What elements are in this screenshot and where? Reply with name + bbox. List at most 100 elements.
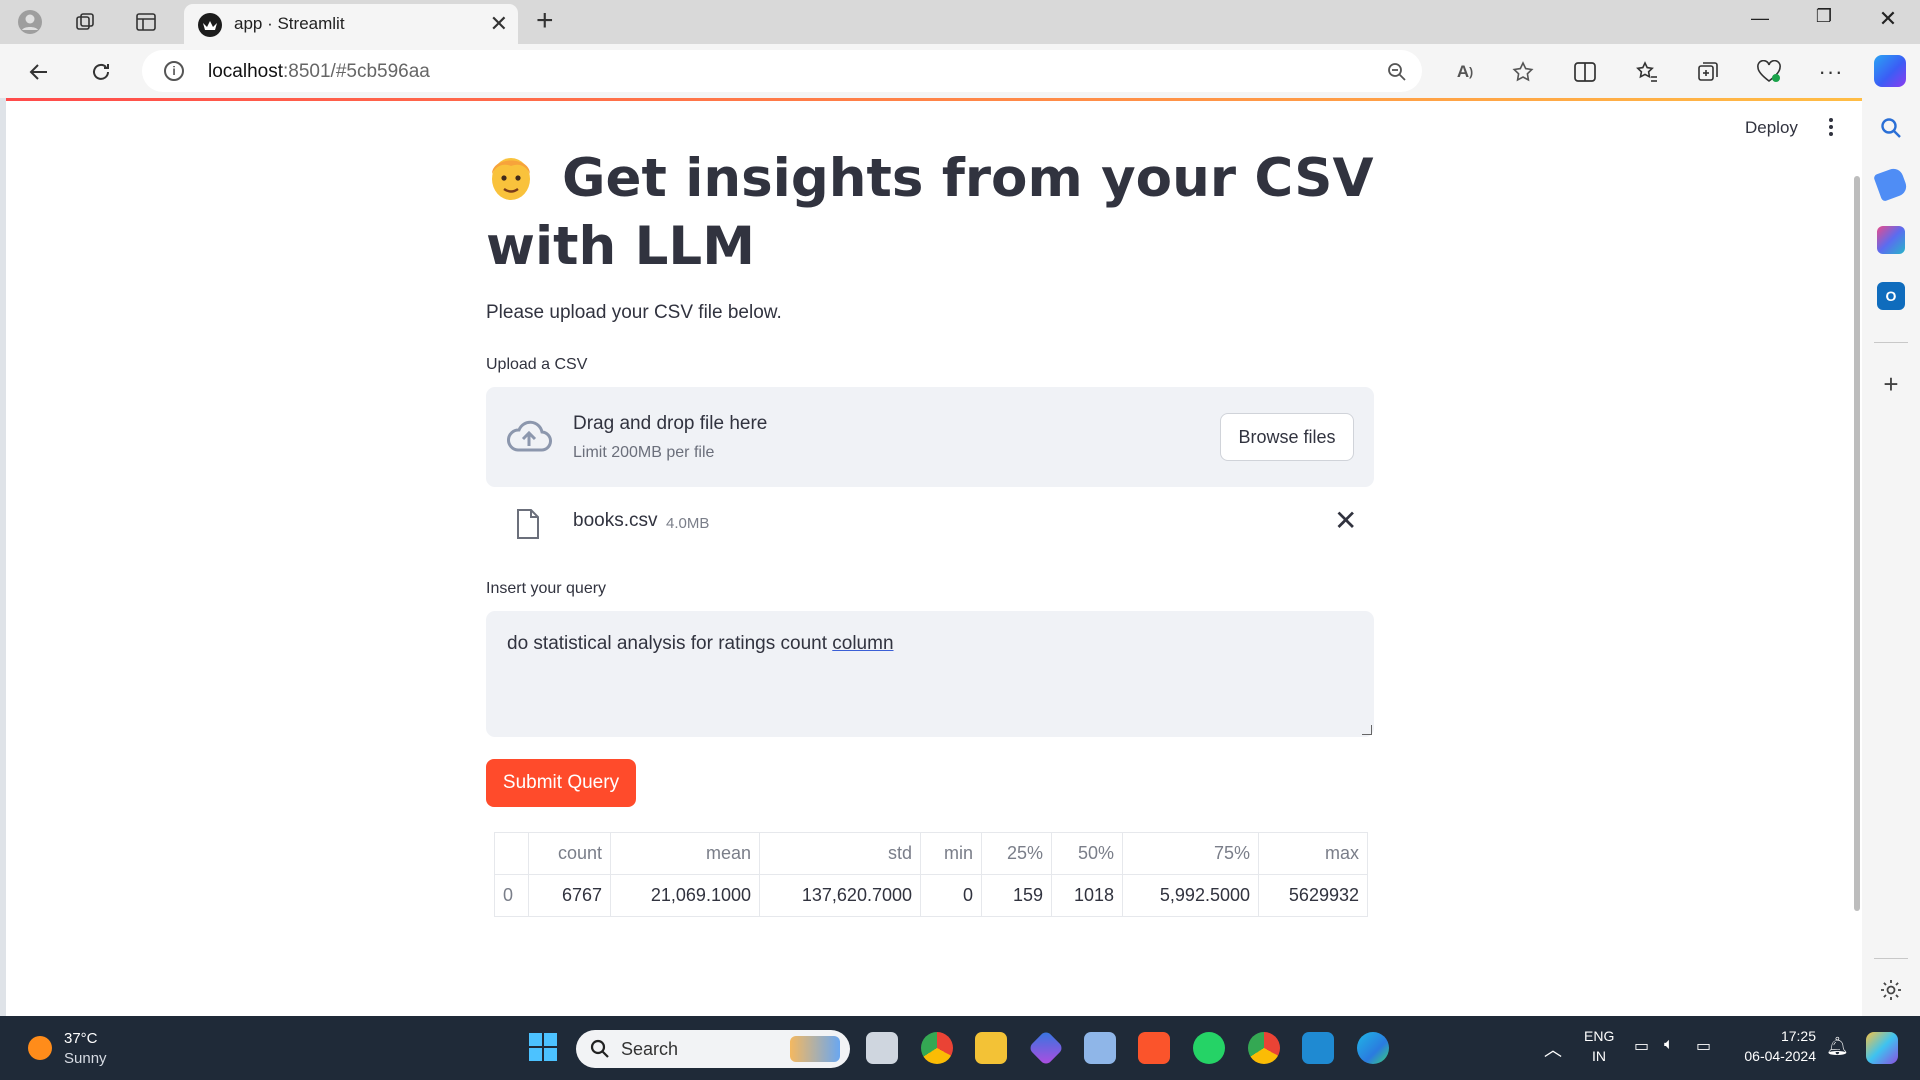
dropzone-title: Drag and drop file here	[573, 413, 768, 434]
brave-icon[interactable]	[1138, 1032, 1170, 1064]
close-window-button[interactable]: ✕	[1874, 6, 1902, 32]
table-cell[interactable]: 5,992.5000	[1122, 874, 1259, 917]
office-icon[interactable]	[1877, 226, 1905, 254]
network-icon[interactable]: ▭	[1634, 1036, 1649, 1056]
table-header-row: count mean std min 25% 50% 75% max	[494, 832, 1368, 875]
table-header[interactable]: 75%	[1122, 832, 1259, 875]
table-header[interactable]: 50%	[1051, 832, 1123, 875]
profile-icon[interactable]	[16, 8, 44, 36]
shopping-tag-icon[interactable]	[1873, 166, 1909, 202]
table-header[interactable]	[494, 832, 529, 875]
file-explorer-icon[interactable]	[975, 1032, 1007, 1064]
weather-sun-icon[interactable]	[28, 1036, 52, 1060]
battery-icon[interactable]: ▭	[1696, 1036, 1711, 1056]
upload-instructions: Please upload your CSV file below.	[486, 302, 782, 323]
windows-start-icon[interactable]	[528, 1032, 558, 1062]
submit-query-button[interactable]: Submit Query	[486, 759, 636, 807]
split-screen-icon[interactable]	[1570, 57, 1600, 87]
site-info-icon[interactable]: i	[164, 61, 184, 81]
tab-title: app · Streamlit	[234, 14, 345, 33]
weather-condition[interactable]: Sunny	[64, 1050, 107, 1067]
weather-temperature[interactable]: 37°C	[64, 1030, 98, 1047]
dropzone-limit: Limit 200MB per file	[573, 444, 715, 461]
file-name: books.csv	[573, 510, 658, 531]
table-header[interactable]: max	[1258, 832, 1368, 875]
collections-icon[interactable]	[1693, 57, 1723, 87]
vscode-icon[interactable]	[1302, 1032, 1334, 1064]
zoom-out-icon[interactable]	[1384, 59, 1410, 85]
task-view-icon[interactable]	[866, 1032, 898, 1064]
read-aloud-icon[interactable]: A)	[1452, 59, 1478, 85]
favorite-star-icon[interactable]	[1510, 59, 1536, 85]
chrome-icon[interactable]	[921, 1032, 953, 1064]
more-menu-icon[interactable]: ···	[1816, 57, 1846, 87]
table-header[interactable]: 25%	[981, 832, 1052, 875]
table-row: 0 6767 21,069.1000 137,620.7000 0 159 10…	[494, 874, 1368, 917]
sidebar-divider	[1874, 342, 1908, 343]
add-sidebar-app-icon[interactable]: +	[1877, 369, 1905, 399]
table-cell[interactable]: 137,620.7000	[759, 874, 921, 917]
copilot-icon[interactable]	[1874, 55, 1906, 87]
workspaces-icon[interactable]	[72, 8, 100, 36]
url-text: localhost:8501/#5cb596aa	[208, 61, 430, 82]
page-title: Get insights from your CSV with LLM	[486, 148, 1374, 277]
whatsapp-icon[interactable]	[1193, 1032, 1225, 1064]
show-hidden-icons-icon[interactable]: ︿	[1544, 1036, 1562, 1062]
file-size: 4.0MB	[666, 515, 710, 532]
back-button[interactable]	[24, 57, 54, 87]
table-cell[interactable]: 5629932	[1258, 874, 1368, 917]
sidebar-divider	[1874, 958, 1908, 959]
windows-taskbar: 37°C Sunny Search ︿ ENG IN ▭ 🔈︎ ▭ 17:25 …	[0, 1016, 1920, 1080]
table-header[interactable]: min	[920, 832, 982, 875]
sidebar-settings-gear-icon[interactable]	[1877, 976, 1905, 1004]
favorites-icon[interactable]	[1632, 57, 1662, 87]
edge-sidebar: O +	[1862, 98, 1920, 1016]
volume-icon[interactable]: 🔈︎	[1664, 1036, 1674, 1054]
search-icon	[590, 1039, 609, 1058]
address-bar[interactable]: i localhost:8501/#5cb596aa A)	[142, 50, 1534, 92]
cloud-upload-icon	[507, 420, 552, 452]
clock-date[interactable]: 06-04-2024	[1736, 1048, 1816, 1064]
main-menu-icon[interactable]	[1829, 116, 1835, 139]
table-cell[interactable]: 1018	[1051, 874, 1123, 917]
vertical-tabs-icon[interactable]	[132, 8, 160, 36]
new-tab-button[interactable]: +	[536, 6, 554, 36]
minimize-button[interactable]: —	[1746, 8, 1774, 29]
file-dropzone[interactable]: Drag and drop file here Limit 200MB per …	[486, 387, 1374, 487]
active-tab[interactable]: app · Streamlit ✕	[184, 4, 518, 44]
table-cell[interactable]: 6767	[528, 874, 611, 917]
table-header[interactable]: std	[759, 832, 921, 875]
table-cell[interactable]: 0	[494, 874, 529, 917]
table-cell[interactable]: 159	[981, 874, 1052, 917]
table-header[interactable]: mean	[610, 832, 760, 875]
edge-icon[interactable]	[1357, 1032, 1389, 1064]
query-textarea[interactable]: do statistical analysis for ratings coun…	[486, 611, 1374, 737]
restore-button[interactable]: ❐	[1810, 6, 1838, 27]
file-icon	[517, 509, 539, 539]
chrome-profile-icon[interactable]	[1248, 1032, 1280, 1064]
browse-files-button[interactable]: Browse files	[1220, 413, 1354, 461]
copilot-app-icon[interactable]	[1027, 1029, 1065, 1067]
language-indicator[interactable]: ENG	[1584, 1028, 1614, 1044]
virtualbox-icon[interactable]	[1084, 1032, 1116, 1064]
page-scrollbar[interactable]	[1854, 176, 1860, 911]
refresh-button[interactable]	[86, 57, 116, 87]
table-cell[interactable]: 21,069.1000	[610, 874, 760, 917]
search-highlight-icon	[790, 1036, 840, 1062]
remove-file-icon[interactable]: ✕	[1334, 506, 1357, 536]
tab-close-icon[interactable]: ✕	[490, 12, 508, 36]
sidebar-search-icon[interactable]	[1877, 114, 1905, 142]
table-cell[interactable]: 0	[920, 874, 982, 917]
clock-time[interactable]: 17:25	[1776, 1028, 1816, 1044]
copilot-preview-icon[interactable]	[1866, 1032, 1898, 1064]
deploy-button[interactable]: Deploy	[1745, 118, 1798, 138]
outlook-icon[interactable]: O	[1877, 282, 1905, 310]
taskbar-search-box[interactable]: Search	[576, 1030, 850, 1068]
resize-grip-icon[interactable]	[1362, 725, 1372, 735]
table-header[interactable]: count	[528, 832, 611, 875]
browser-essentials-icon[interactable]	[1754, 57, 1784, 87]
region-indicator[interactable]: IN	[1592, 1048, 1606, 1064]
navigation-bar: i localhost:8501/#5cb596aa A) ···	[0, 44, 1920, 98]
notification-bell-icon[interactable]: 🔔︎	[1826, 1036, 1849, 1057]
statistics-table: count mean std min 25% 50% 75% max 0 676…	[494, 832, 1368, 917]
